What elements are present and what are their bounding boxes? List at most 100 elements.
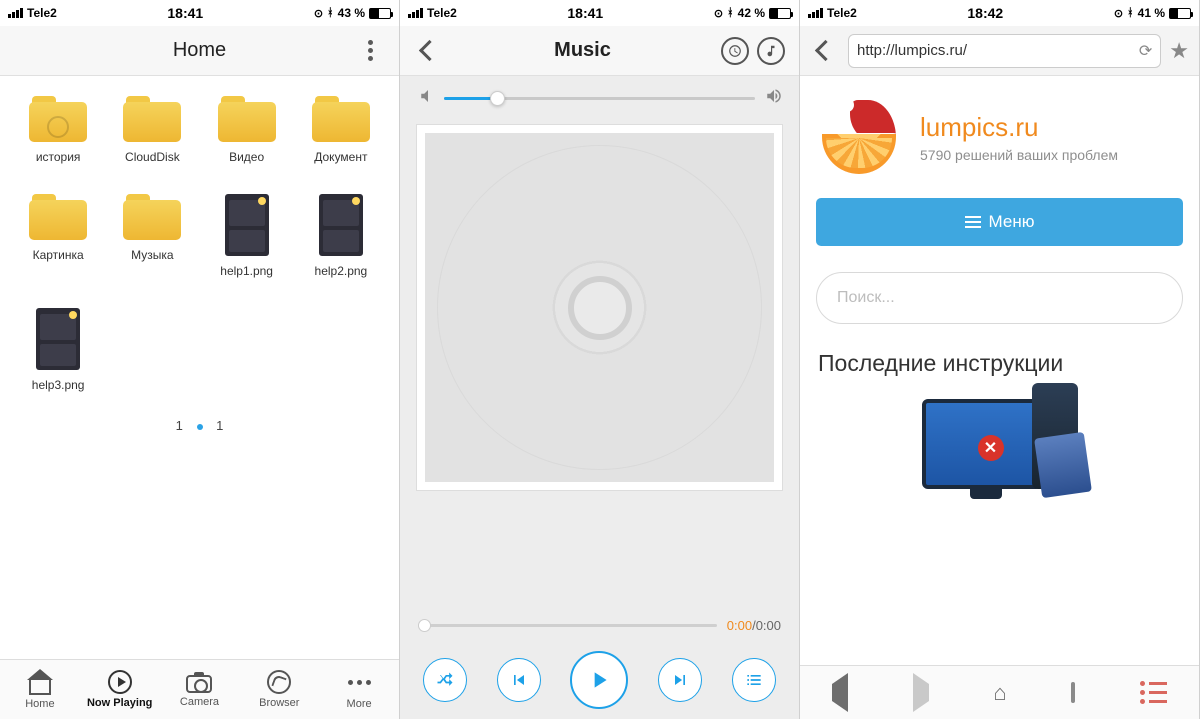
skip-next-icon bbox=[670, 670, 690, 690]
webpage: lumpics.ru 5790 решений ваших проблем Ме… bbox=[800, 76, 1199, 665]
file-help1[interactable]: help1.png bbox=[201, 194, 293, 278]
file-help2[interactable]: help2.png bbox=[295, 194, 387, 278]
shuffle-button[interactable] bbox=[423, 658, 467, 702]
reload-icon[interactable]: ⟳ bbox=[1139, 41, 1152, 61]
tab-browser[interactable]: Browser bbox=[239, 660, 319, 719]
history-button[interactable] bbox=[721, 37, 749, 65]
url-bar[interactable]: ⟳ bbox=[848, 34, 1161, 68]
tab-camera[interactable]: Camera bbox=[160, 660, 240, 719]
play-circle-icon bbox=[108, 670, 132, 694]
nav-back-button[interactable] bbox=[832, 684, 848, 702]
battery-icon bbox=[1169, 8, 1191, 19]
kebab-icon bbox=[368, 40, 373, 61]
alarm-icon: ⊙ bbox=[714, 7, 723, 20]
clock-label: 18:41 bbox=[57, 5, 314, 21]
back-button[interactable] bbox=[810, 36, 840, 66]
screen-music: Tele2 18:41 ⊙ ᚼ 42 % Music bbox=[400, 0, 800, 719]
arrow-left-icon bbox=[832, 673, 848, 712]
file-help3[interactable]: help3.png bbox=[12, 308, 104, 392]
time-label: 0:00/0:00 bbox=[727, 618, 781, 633]
site-logo-icon bbox=[822, 100, 906, 174]
computer-tower-icon bbox=[1032, 383, 1078, 489]
hamburger-icon bbox=[965, 216, 981, 228]
folder-icon bbox=[29, 194, 87, 240]
browser-toolbar: ⌂ bbox=[800, 665, 1199, 719]
clock-label: 18:42 bbox=[857, 5, 1114, 21]
carrier-label: Tele2 bbox=[27, 6, 57, 20]
history-icon bbox=[47, 116, 69, 138]
image-thumb-icon bbox=[36, 308, 80, 370]
nav-forward-button[interactable] bbox=[913, 684, 929, 702]
arrow-right-icon bbox=[913, 673, 929, 712]
home-button[interactable]: ⌂ bbox=[993, 680, 1006, 706]
album-art bbox=[416, 124, 783, 491]
image-thumb-icon bbox=[319, 194, 363, 256]
article-illustration: ✕ bbox=[800, 395, 1199, 499]
bluetooth-icon: ᚼ bbox=[727, 7, 734, 19]
clock-label: 18:41 bbox=[457, 5, 714, 21]
folder-icon bbox=[123, 96, 181, 142]
back-button[interactable] bbox=[414, 36, 444, 66]
browser-nav: ⟳ ★ bbox=[800, 26, 1199, 76]
slider-knob-icon bbox=[490, 91, 505, 106]
shuffle-icon bbox=[435, 670, 455, 690]
tabs-button[interactable] bbox=[1140, 681, 1167, 704]
music-note-button[interactable] bbox=[757, 37, 785, 65]
carrier-label: Tele2 bbox=[827, 6, 857, 20]
list-icon bbox=[744, 670, 764, 690]
alarm-icon: ⊙ bbox=[314, 7, 323, 20]
prev-button[interactable] bbox=[497, 658, 541, 702]
battery-icon bbox=[769, 8, 791, 19]
volume-low-icon bbox=[416, 87, 434, 110]
tab-now-playing[interactable]: Now Playing bbox=[80, 660, 160, 719]
save-icon bbox=[1071, 682, 1075, 703]
battery-pct: 42 % bbox=[738, 6, 765, 20]
folder-icon bbox=[312, 96, 370, 142]
bookmark-button[interactable]: ★ bbox=[1169, 38, 1189, 64]
bluetooth-icon: ᚼ bbox=[327, 7, 334, 19]
folder-pictures[interactable]: Картинка bbox=[12, 194, 104, 278]
site-title: lumpics.ru bbox=[920, 112, 1118, 143]
tab-more[interactable]: More bbox=[319, 660, 399, 719]
menu-button[interactable] bbox=[355, 36, 385, 66]
nav-bar: Music bbox=[400, 26, 799, 76]
menu-button[interactable]: Меню bbox=[816, 198, 1183, 246]
bluetooth-icon: ᚼ bbox=[1127, 7, 1134, 19]
folder-history[interactable]: история bbox=[12, 96, 104, 164]
status-bar: Tele2 18:42 ⊙ ᚼ 41 % bbox=[800, 0, 1199, 26]
next-button[interactable] bbox=[658, 658, 702, 702]
tab-home[interactable]: Home bbox=[0, 660, 80, 719]
folder-icon bbox=[218, 96, 276, 142]
chevron-left-icon bbox=[818, 43, 833, 58]
carrier-label: Tele2 bbox=[427, 6, 457, 20]
file-grid: история CloudDisk Видео Документ Картинк… bbox=[0, 76, 399, 659]
url-input[interactable] bbox=[857, 42, 1131, 59]
progress-slider[interactable] bbox=[418, 624, 717, 627]
folder-music[interactable]: Музыка bbox=[106, 194, 198, 278]
clock-icon bbox=[728, 44, 742, 58]
home-icon: ⌂ bbox=[993, 680, 1006, 705]
battery-icon bbox=[369, 8, 391, 19]
progress-row: 0:00/0:00 bbox=[400, 602, 799, 641]
folder-icon bbox=[123, 194, 181, 240]
folder-document[interactable]: Документ bbox=[295, 96, 387, 164]
playlist-button[interactable] bbox=[732, 658, 776, 702]
screen-browser: Tele2 18:42 ⊙ ᚼ 41 % ⟳ ★ lumpics.ru 5790… bbox=[800, 0, 1200, 719]
signal-icon bbox=[808, 8, 823, 18]
signal-icon bbox=[408, 8, 423, 18]
nav-bar: Home bbox=[0, 26, 399, 76]
error-badge-icon: ✕ bbox=[978, 435, 1004, 461]
pager: 1 1 bbox=[12, 392, 387, 441]
compass-icon bbox=[267, 670, 291, 694]
save-button[interactable] bbox=[1071, 684, 1075, 702]
volume-slider[interactable] bbox=[444, 97, 755, 100]
volume-high-icon bbox=[765, 87, 783, 110]
battery-pct: 43 % bbox=[338, 6, 365, 20]
search-input[interactable]: Поиск... bbox=[816, 272, 1183, 324]
home-icon bbox=[27, 669, 53, 695]
section-heading: Последние инструкции bbox=[800, 350, 1199, 395]
folder-clouddisk[interactable]: CloudDisk bbox=[106, 96, 198, 164]
image-thumb-icon bbox=[225, 194, 269, 256]
play-button[interactable] bbox=[570, 651, 628, 709]
folder-video[interactable]: Видео bbox=[201, 96, 293, 164]
